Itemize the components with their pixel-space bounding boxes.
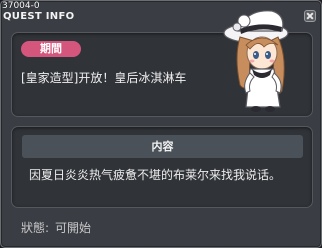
status-label: 狀態: [21,221,50,235]
period-badge: 期間 [21,41,81,57]
content-header: 内容 [22,135,303,158]
window-title: QUEST INFO [3,11,75,22]
quest-description: 因夏日炎炎热气疲惫不堪的布莱尔来找我说话。 [29,168,282,182]
npc-portrait [223,10,289,112]
content-panel: 内容 因夏日炎炎热气疲惫不堪的布莱尔来找我说话。 [11,126,313,208]
quest-status: 狀態: 可開始 [21,220,91,236]
status-value: 可開始 [55,221,92,235]
quest-title: [皇家造型]开放！皇后冰淇淋车 [21,71,187,85]
quest-info-window: 37004-0 QUEST INFO 期間 [皇家造型]开放！皇后冰淇淋车 内容… [0,0,322,248]
